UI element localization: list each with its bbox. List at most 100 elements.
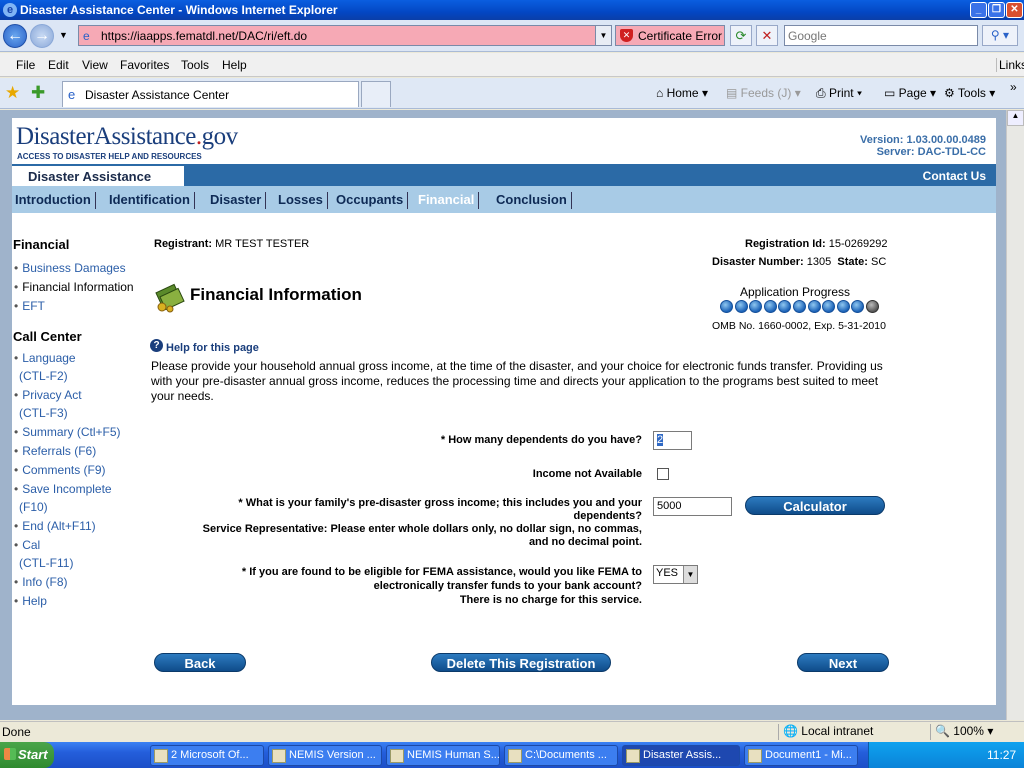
add-favorite-icon[interactable]: ✚ [31,83,45,103]
sidebar-item-end[interactable]: • End (Alt+F11) [14,519,96,533]
sidebar-item-language-key[interactable]: (CTL-F2) [19,369,68,383]
zone-indicator[interactable]: 🌐 Local intranet [778,724,873,740]
sidebar-item-business-damages[interactable]: • Business Damages [14,261,126,275]
help-icon[interactable]: ? [150,339,163,352]
version-info: Version: 1.03.00.00.0489 Server: DAC-TDL… [860,134,986,158]
address-bar[interactable]: e https://iaapps.fematdl.net/DAC/ri/eft.… [78,25,612,46]
sidebar-item-eft[interactable]: • EFT [14,299,45,313]
minimize-button[interactable]: _ [970,2,987,18]
ie-icon [626,749,640,763]
intro-text: Please provide your household annual gro… [151,359,883,403]
search-input[interactable]: Google [784,25,978,46]
page-command[interactable]: ▭ Page ▾ [884,86,936,100]
window-titlebar: e Disaster Assistance Center - Windows I… [0,0,1024,20]
favorites-star-icon[interactable]: ★ [5,83,20,103]
url-dropdown-icon[interactable]: ▼ [595,26,611,45]
shield-icon: ✕ [620,29,633,42]
eft-select[interactable]: YES ▼ [653,565,698,584]
stop-icon[interactable]: ✕ [756,25,778,46]
sidebar-heading-financial: Financial [13,237,70,252]
money-icon [154,282,185,313]
progress-dot [749,300,763,313]
tab-financial[interactable]: Financial [415,192,480,209]
tab-losses[interactable]: Losses [275,192,328,209]
site-logo[interactable]: DisasterAssistance.gov ACCESS TO DISASTE… [14,122,254,164]
chevron-down-icon[interactable]: ▼ [683,566,697,583]
certificate-error-button[interactable]: ✕ Certificate Error [615,25,725,46]
progress-dot [763,300,777,313]
clock[interactable]: 11:27 [987,748,1016,762]
tab-disaster-assistance[interactable]: e Disaster Assistance Center [62,81,359,107]
tab-conclusion[interactable]: Conclusion [493,192,572,209]
forward-nav-button[interactable]: → [30,24,54,48]
taskbar-item-nemis-version[interactable]: NEMIS Version ... [268,745,382,766]
income-input[interactable]: 5000 [653,497,732,516]
sidebar-item-info[interactable]: • Info (F8) [14,575,68,589]
start-button[interactable]: Start [0,742,54,768]
recent-pages-dropdown-icon[interactable]: ▼ [59,30,68,40]
income-not-available-checkbox[interactable] [657,468,669,480]
sidebar-item-save-incomplete-key[interactable]: (F10) [19,500,48,514]
taskbar-item-word[interactable]: Document1 - Mi... [744,745,858,766]
progress-dot [734,300,748,313]
search-button[interactable]: ⚲ ▾ [982,25,1018,46]
sidebar-item-comments[interactable]: • Comments (F9) [14,463,106,477]
progress-dot [807,300,821,313]
sidebar-item-summary[interactable]: • Summary (Ctl+F5) [14,425,121,439]
taskbar-item-documents[interactable]: C:\Documents ... [504,745,618,766]
contact-us-link[interactable]: Contact Us [923,169,986,183]
sidebar-item-privacy-act[interactable]: • Privacy Act [14,388,82,402]
menu-help[interactable]: Help [222,58,247,72]
sidebar-item-cal[interactable]: • Cal [14,538,40,552]
site-header: DisasterAssistance.gov ACCESS TO DISASTE… [12,118,996,164]
zoom-control[interactable]: 🔍 100% ▾ [930,724,993,740]
taskbar: Start 2 Microsoft Of... NEMIS Version ..… [0,742,1024,768]
sidebar-item-referrals[interactable]: • Referrals (F6) [14,444,96,458]
home-command[interactable]: ⌂ Home ▾ [656,86,708,100]
sidebar-item-privacy-act-key[interactable]: (CTL-F3) [19,406,68,420]
back-button[interactable]: Back [154,653,246,672]
tab-disaster[interactable]: Disaster [207,192,267,209]
menu-view[interactable]: View [82,58,108,72]
close-button[interactable]: ✕ [1006,2,1023,18]
nemis-icon [272,749,286,763]
disaster-number: Disaster Number: 1305 State: SC [712,256,887,268]
progress-label: Application Progress [740,285,851,299]
sidebar-item-help[interactable]: • Help [14,594,47,608]
help-link[interactable]: Help for this page [166,342,259,354]
scroll-up-icon[interactable]: ▲ [1007,110,1024,126]
sidebar-item-financial-information[interactable]: • Financial Information [14,280,134,294]
sidebar-item-save-incomplete[interactable]: • Save Incomplete [14,482,112,496]
maximize-button[interactable]: ❐ [988,2,1005,18]
tools-command[interactable]: ⚙ Tools ▾ [944,86,995,100]
status-text: Done [2,725,31,739]
back-nav-button[interactable]: ← [3,24,27,48]
tab-occupants[interactable]: Occupants [333,192,409,209]
vertical-scrollbar[interactable]: ▲ [1006,110,1024,720]
menu-tools[interactable]: Tools [181,58,209,72]
tab-introduction[interactable]: Introduction [12,192,96,209]
menu-file[interactable]: File [16,58,35,72]
refresh-icon[interactable]: ⟳ [730,25,752,46]
new-tab-button[interactable] [361,81,391,107]
page-icon: e [68,87,76,102]
delete-registration-button[interactable]: Delete This Registration [431,653,611,672]
sidebar-item-language[interactable]: • Language [14,351,76,365]
next-button[interactable]: Next [797,653,889,672]
feeds-command[interactable]: ▤ Feeds (J) ▾ [726,86,801,100]
tab-identification[interactable]: Identification [106,192,195,209]
print-command[interactable]: ⎙ Print ▾ [816,86,862,101]
sidebar-item-cal-key[interactable]: (CTL-F11) [19,556,73,570]
dependents-input[interactable]: 2 [653,431,692,450]
progress-dot [866,300,879,313]
taskbar-item-office[interactable]: 2 Microsoft Of... [150,745,264,766]
address-toolbar: ← → ▼ e https://iaapps.fematdl.net/DAC/r… [0,20,1024,52]
links-toolbar[interactable]: Links [996,58,1024,72]
menu-favorites[interactable]: Favorites [120,58,169,72]
menu-edit[interactable]: Edit [48,58,69,72]
step-navigation: Introduction Identification Disaster Los… [12,186,996,213]
taskbar-item-nemis-human[interactable]: NEMIS Human S... [386,745,500,766]
chevron-more-icon[interactable]: » [1010,80,1017,94]
taskbar-item-disaster-assistance[interactable]: Disaster Assis... [622,745,740,766]
calculator-button[interactable]: Calculator [745,496,885,515]
